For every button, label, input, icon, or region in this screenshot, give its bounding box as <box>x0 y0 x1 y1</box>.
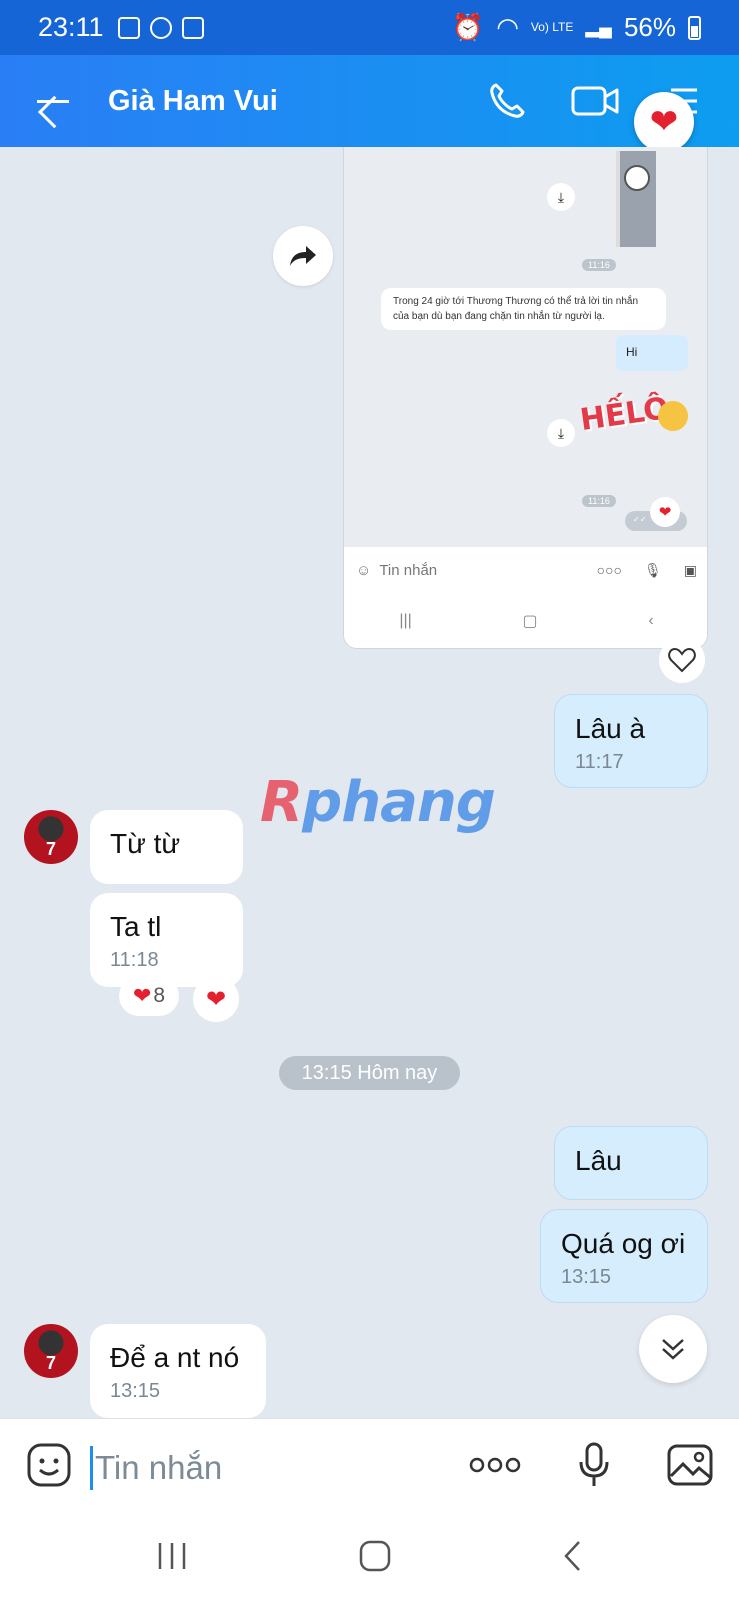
reaction-summary[interactable]: ❤ 8 <box>119 976 179 1016</box>
message-incoming[interactable]: Từ từ <box>90 810 243 884</box>
system-nav-bar <box>0 1516 739 1600</box>
avatar[interactable]: 7 <box>24 810 78 864</box>
message-outgoing[interactable]: Lâu à 11:17 <box>554 694 708 788</box>
react-heart-icon[interactable]: ❤ <box>193 976 239 1022</box>
battery-icon <box>688 15 701 40</box>
embedded-more-icon: ○○○ <box>596 562 622 578</box>
embedded-home-icon: ▢ <box>522 613 538 630</box>
messenger-notification-icon <box>149 16 172 39</box>
avatar-label: 7 <box>45 839 56 859</box>
microphone-icon[interactable] <box>577 1442 611 1493</box>
reaction-count: 8 <box>153 984 166 1007</box>
message-outgoing[interactable]: Quá og ơi 13:15 <box>540 1209 708 1303</box>
message-input-bar: Tin nhắn <box>0 1418 739 1516</box>
forward-share-icon[interactable] <box>273 226 333 286</box>
like-heart-outline-icon[interactable] <box>659 637 705 683</box>
image-gallery-icon[interactable] <box>667 1444 713 1491</box>
scroll-to-bottom-button[interactable] <box>639 1315 707 1383</box>
phone-call-icon[interactable] <box>487 81 527 121</box>
embedded-notice: Trong 24 giờ tới Thương Thương có thể tr… <box>381 288 666 330</box>
embedded-heart-icon: ❤ <box>650 497 680 527</box>
smile-face-icon <box>658 401 688 431</box>
embedded-nav-bar: ||| ▢ ‹ <box>344 593 707 648</box>
gallery-notification-icon <box>117 16 140 39</box>
watermark-logo: Rphang <box>260 770 496 835</box>
message-text: Để a nt nó <box>110 1342 240 1373</box>
status-time: 23:11 <box>38 12 104 42</box>
message-time: 13:15 <box>110 1380 161 1402</box>
download-icon: ⤓ <box>547 183 575 211</box>
network-label: Vo) LTE <box>530 20 574 34</box>
embedded-recents-icon: ||| <box>399 612 412 629</box>
wifi-icon: ◠ <box>496 12 519 42</box>
watermark-letter: R <box>260 770 303 835</box>
message-incoming[interactable]: Để a nt nó 13:15 <box>90 1324 266 1418</box>
message-outgoing[interactable]: Lâu <box>554 1126 708 1200</box>
contact-name[interactable]: Già Ham Vui <box>108 85 278 118</box>
embedded-image-icon: ▣ <box>683 561 697 578</box>
embedded-time: 11:16 <box>582 259 616 271</box>
embedded-back-icon: ‹ <box>648 612 654 629</box>
avatar[interactable]: 7 <box>24 1324 78 1378</box>
day-separator: 13:15 Hôm nay <box>279 1056 460 1090</box>
back-arrow-icon[interactable] <box>34 81 74 121</box>
embedded-input-bar: ☺ Tin nhắn ○○○ 🎙 ▣ <box>344 547 707 593</box>
message-text: Từ từ <box>110 828 181 859</box>
message-text: Lâu à <box>575 713 646 744</box>
embedded-mic-icon: 🎙 <box>643 561 662 578</box>
message-time: 13:15 <box>561 1266 612 1288</box>
home-icon[interactable] <box>358 1539 392 1578</box>
embedded-input-placeholder: Tin nhắn <box>379 561 438 579</box>
more-options-icon[interactable] <box>469 1455 521 1480</box>
message-time: 11:18 <box>110 949 159 971</box>
video-call-icon[interactable] <box>571 83 619 119</box>
forwarded-screenshot[interactable]: ⤓ 11:16 Trong 24 giờ tới Thương Thương c… <box>343 147 708 649</box>
download-icon: ⤓ <box>547 419 575 447</box>
embedded-sticker-icon: ☺ <box>356 561 372 579</box>
chat-header: Già Ham Vui <box>0 55 739 147</box>
alarm-icon: ⏰ <box>451 12 485 42</box>
hello-sticker: HẾLÔ <box>578 391 690 467</box>
text-cursor <box>90 1445 93 1490</box>
back-icon[interactable] <box>561 1539 585 1578</box>
check-notification-icon <box>181 16 204 39</box>
embedded-hi-bubble: Hi <box>616 335 688 371</box>
battery-percent: 56% <box>623 12 676 42</box>
floating-heart-icon[interactable]: ❤ <box>634 92 694 152</box>
message-time: 11:17 <box>575 751 624 773</box>
sticker-bear-door <box>616 151 656 247</box>
embedded-time: 11:16 <box>582 495 616 507</box>
heart-icon: ❤ <box>132 983 152 1008</box>
message-text: Ta tl <box>110 911 162 942</box>
message-text: Lâu <box>575 1145 622 1176</box>
signal-icon: ▂▄ <box>585 17 612 37</box>
message-input[interactable]: Tin nhắn <box>95 1449 222 1487</box>
message-text: Quá og ơi <box>561 1228 686 1259</box>
sticker-emoji-icon[interactable] <box>26 1442 72 1493</box>
recents-icon[interactable] <box>155 1541 189 1576</box>
status-bar: 23:11 ⏰ ◠ Vo) LTE ▂▄ 56% <box>0 0 739 55</box>
message-incoming[interactable]: Ta tl 11:18 <box>90 893 243 987</box>
avatar-label: 7 <box>45 1353 56 1373</box>
watermark-text: phang <box>302 770 496 835</box>
